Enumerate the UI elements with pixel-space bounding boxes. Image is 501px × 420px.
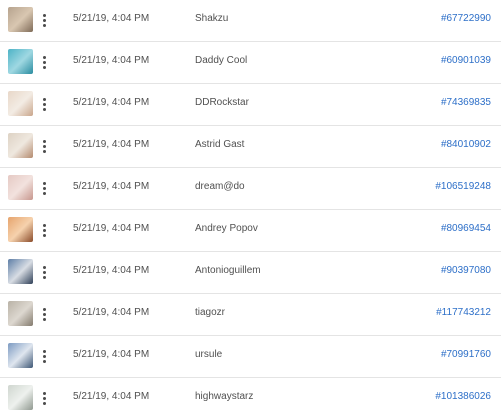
more-options-icon[interactable] xyxy=(38,386,50,410)
more-options-icon[interactable] xyxy=(38,50,50,74)
date-cell: 5/21/19, 4:04 PM xyxy=(73,265,150,276)
more-options-icon[interactable] xyxy=(38,218,50,242)
list-item: 5/21/19, 4:04 PM Daddy Cool #60901039 xyxy=(0,42,501,84)
date-cell: 5/21/19, 4:04 PM xyxy=(73,223,150,234)
list-item: 5/21/19, 4:04 PM highwaystarz #101386026 xyxy=(0,378,501,420)
date-cell: 5/21/19, 4:04 PM xyxy=(73,55,150,66)
contributor-name: ursule xyxy=(195,349,223,360)
more-options-icon[interactable] xyxy=(38,344,50,368)
contributor-name: Shakzu xyxy=(195,13,229,24)
asset-id-link[interactable]: #101386026 xyxy=(435,391,491,402)
contributor-name: Astrid Gast xyxy=(195,139,245,150)
list-item: 5/21/19, 4:04 PM Shakzu #67722990 xyxy=(0,0,501,42)
thumbnail[interactable] xyxy=(8,175,33,200)
date-cell: 5/21/19, 4:04 PM xyxy=(73,349,150,360)
thumbnail[interactable] xyxy=(8,343,33,368)
thumbnail[interactable] xyxy=(8,301,33,326)
date-cell: 5/21/19, 4:04 PM xyxy=(73,391,150,402)
date-cell: 5/21/19, 4:04 PM xyxy=(73,13,150,24)
asset-list: 5/21/19, 4:04 PM Shakzu #67722990 5/21/1… xyxy=(0,0,501,418)
list-item: 5/21/19, 4:04 PM Andrey Popov #80969454 xyxy=(0,210,501,252)
more-options-icon[interactable] xyxy=(38,260,50,284)
list-item: 5/21/19, 4:04 PM Antonioguillem #9039708… xyxy=(0,252,501,294)
date-cell: 5/21/19, 4:04 PM xyxy=(73,181,150,192)
asset-id-link[interactable]: #74369835 xyxy=(441,97,491,108)
thumbnail[interactable] xyxy=(8,49,33,74)
thumbnail[interactable] xyxy=(8,385,33,410)
thumbnail[interactable] xyxy=(8,133,33,158)
date-cell: 5/21/19, 4:04 PM xyxy=(73,97,150,108)
contributor-name: DDRockstar xyxy=(195,97,249,108)
list-item: 5/21/19, 4:04 PM Astrid Gast #84010902 xyxy=(0,126,501,168)
contributor-name: highwaystarz xyxy=(195,391,254,402)
asset-id-link[interactable]: #117743212 xyxy=(436,307,491,318)
asset-id-link[interactable]: #106519248 xyxy=(435,181,491,192)
asset-id-link[interactable]: #90397080 xyxy=(441,265,491,276)
thumbnail[interactable] xyxy=(8,7,33,32)
thumbnail[interactable] xyxy=(8,217,33,242)
asset-id-link[interactable]: #67722990 xyxy=(441,13,491,24)
contributor-name: Andrey Popov xyxy=(195,223,258,234)
asset-id-link[interactable]: #60901039 xyxy=(441,55,491,66)
more-options-icon[interactable] xyxy=(38,92,50,116)
contributor-name: Antonioguillem xyxy=(195,265,261,276)
thumbnail[interactable] xyxy=(8,91,33,116)
contributor-name: dream@do xyxy=(195,181,245,192)
date-cell: 5/21/19, 4:04 PM xyxy=(73,307,150,318)
thumbnail[interactable] xyxy=(8,259,33,284)
asset-id-link[interactable]: #84010902 xyxy=(441,139,491,150)
contributor-name: tiagozr xyxy=(195,307,226,318)
more-options-icon[interactable] xyxy=(38,302,50,326)
list-item: 5/21/19, 4:04 PM dream@do #106519248 xyxy=(0,168,501,210)
more-options-icon[interactable] xyxy=(38,134,50,158)
contributor-name: Daddy Cool xyxy=(195,55,248,66)
list-item: 5/21/19, 4:04 PM ursule #70991760 xyxy=(0,336,501,378)
more-options-icon[interactable] xyxy=(38,8,50,32)
list-item: 5/21/19, 4:04 PM DDRockstar #74369835 xyxy=(0,84,501,126)
asset-id-link[interactable]: #70991760 xyxy=(441,349,491,360)
date-cell: 5/21/19, 4:04 PM xyxy=(73,139,150,150)
asset-id-link[interactable]: #80969454 xyxy=(441,223,491,234)
list-item: 5/21/19, 4:04 PM tiagozr #117743212 xyxy=(0,294,501,336)
more-options-icon[interactable] xyxy=(38,176,50,200)
